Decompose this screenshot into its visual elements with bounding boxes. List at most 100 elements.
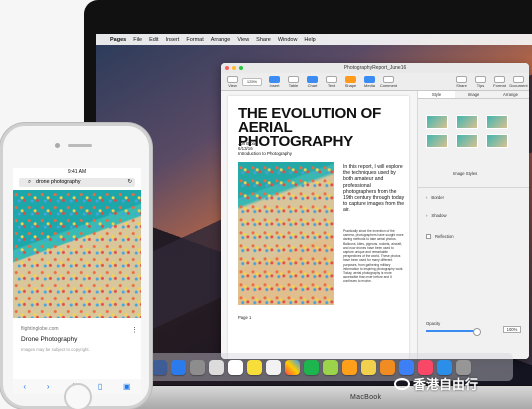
tips-button[interactable]: Tips <box>471 74 490 90</box>
document-button[interactable]: Document <box>509 74 528 90</box>
intro-paragraph[interactable]: In this report, I will explore the techn… <box>343 164 405 214</box>
wechat-watermark: 香港自由行 <box>394 374 478 393</box>
comment-button[interactable]: Comment <box>379 74 398 90</box>
speaker <box>68 144 92 147</box>
system-preferences-icon[interactable] <box>456 359 471 375</box>
insert-icon <box>269 75 280 83</box>
contacts-icon[interactable] <box>228 359 243 375</box>
menu-arrange[interactable]: Arrange <box>211 37 231 43</box>
image-style-6[interactable] <box>486 134 508 148</box>
music-icon[interactable] <box>418 359 433 375</box>
shape-button[interactable]: Shape <box>341 74 360 90</box>
bookmarks-icon[interactable]: ▯ <box>98 382 102 391</box>
home-button[interactable] <box>64 383 92 409</box>
shape-icon <box>345 75 356 83</box>
wechat-icon <box>394 377 410 390</box>
calendar-icon[interactable] <box>247 359 262 375</box>
table-button[interactable]: Table <box>284 74 303 90</box>
menu-insert[interactable]: Insert <box>166 37 180 43</box>
maximize-button[interactable] <box>239 66 243 70</box>
body-paragraph[interactable]: Practically since the invention of the c… <box>343 229 405 284</box>
source-site[interactable]: flightinglobe.com <box>21 326 59 332</box>
tab-style[interactable]: Style <box>418 91 455 98</box>
app-store-icon[interactable] <box>399 359 414 375</box>
notes-icon[interactable] <box>266 359 281 375</box>
image-style-2[interactable] <box>456 115 478 129</box>
drone-photo-result[interactable] <box>13 190 141 318</box>
opacity-value[interactable]: 100% <box>503 326 521 333</box>
view-button[interactable]: View <box>223 74 242 90</box>
menu-file[interactable]: File <box>133 37 142 43</box>
chart-icon <box>307 75 318 83</box>
chart-button[interactable]: Chart <box>303 74 322 90</box>
opacity-label: Opacity <box>426 321 441 326</box>
menu-help[interactable]: Help <box>304 37 315 43</box>
window-titlebar[interactable]: PhotographyReport_June16 <box>221 63 529 73</box>
facetime-icon[interactable] <box>323 359 338 375</box>
ibooks-icon[interactable] <box>437 359 452 375</box>
menu-view[interactable]: View <box>237 37 249 43</box>
document-page[interactable]: THE EVOLUTION OF AERIAL PHOTOGRAPHY Jon … <box>228 96 409 359</box>
forward-icon[interactable]: › <box>47 382 50 391</box>
document-canvas: THE EVOLUTION OF AERIAL PHOTOGRAPHY Jon … <box>221 91 417 359</box>
close-button[interactable] <box>225 66 229 70</box>
shadow-row[interactable]: › Shadow <box>426 213 447 218</box>
byline: Jon Blood 6/13/16 Introduction to Photog… <box>238 141 292 156</box>
finder-icon[interactable] <box>152 359 167 375</box>
photos-icon[interactable] <box>285 359 300 375</box>
tabs-icon[interactable]: ▣ <box>123 382 131 391</box>
inspector-tabs: Style Image Arrange <box>418 91 529 99</box>
image-style-3[interactable] <box>486 115 508 129</box>
media-button[interactable]: Media <box>360 74 379 90</box>
insert-button[interactable]: Insert <box>265 74 284 90</box>
format-button[interactable]: Format <box>490 74 509 90</box>
search-query: drone photography <box>36 179 81 185</box>
pages-icon[interactable] <box>342 359 357 375</box>
window-controls <box>225 66 243 70</box>
comment-icon <box>383 75 394 83</box>
text-button[interactable]: Text <box>322 74 341 90</box>
menu-pages[interactable]: Pages <box>110 37 126 43</box>
minimize-button[interactable] <box>232 66 236 70</box>
pages-window: PhotographyReport_June16 View 125% Inser… <box>221 63 529 359</box>
front-camera <box>55 143 60 148</box>
mac-menu-bar: Pages File Edit Insert Format Arrange Vi… <box>96 34 532 45</box>
menu-format[interactable]: Format <box>186 37 203 43</box>
launchpad-icon[interactable] <box>190 359 205 375</box>
menu-share[interactable]: Share <box>256 37 271 43</box>
safari-icon[interactable] <box>209 359 224 375</box>
status-time: 9:41 AM <box>67 169 87 175</box>
siri-icon[interactable] <box>171 359 186 375</box>
refresh-icon[interactable]: ↻ <box>128 178 132 187</box>
more-options-icon[interactable]: ⋮ <box>131 326 138 334</box>
iphone-screen: 9:41 AM ⌕ drone photography ↻ flightingl… <box>13 168 141 394</box>
image-style-5[interactable] <box>456 134 478 148</box>
tab-image[interactable]: Image <box>455 91 492 98</box>
back-icon[interactable]: ‹ <box>23 382 26 391</box>
result-title[interactable]: Drone Photography <box>21 336 77 343</box>
intro-title: Introduction to Photography <box>238 151 292 156</box>
document-icon <box>513 75 524 83</box>
tab-arrange[interactable]: Arrange <box>492 91 529 98</box>
reflection-row[interactable]: Reflection <box>426 234 454 239</box>
messages-icon[interactable] <box>304 359 319 375</box>
opacity-slider[interactable] <box>426 328 481 336</box>
menu-window[interactable]: Window <box>278 37 298 43</box>
menu-edit[interactable]: Edit <box>149 37 158 43</box>
numbers-icon[interactable] <box>380 359 395 375</box>
view-icon <box>227 75 238 83</box>
table-icon <box>288 75 299 83</box>
aerial-beach-photo[interactable] <box>238 162 334 305</box>
reflection-checkbox[interactable] <box>426 234 431 239</box>
image-style-1[interactable] <box>426 115 448 129</box>
iphone: 9:41 AM ⌕ drone photography ↻ flightingl… <box>0 123 152 409</box>
zoom-select[interactable]: 125% <box>242 77 262 86</box>
mac-screen: Pages File Edit Insert Format Arrange Vi… <box>96 34 532 385</box>
share-button[interactable]: Share <box>452 74 471 90</box>
search-input[interactable]: ⌕ drone photography ↻ <box>19 178 135 187</box>
keynote-icon[interactable] <box>361 359 376 375</box>
media-icon <box>364 75 375 83</box>
image-style-4[interactable] <box>426 134 448 148</box>
border-row[interactable]: › Border <box>426 195 444 200</box>
tips-icon <box>475 75 486 83</box>
